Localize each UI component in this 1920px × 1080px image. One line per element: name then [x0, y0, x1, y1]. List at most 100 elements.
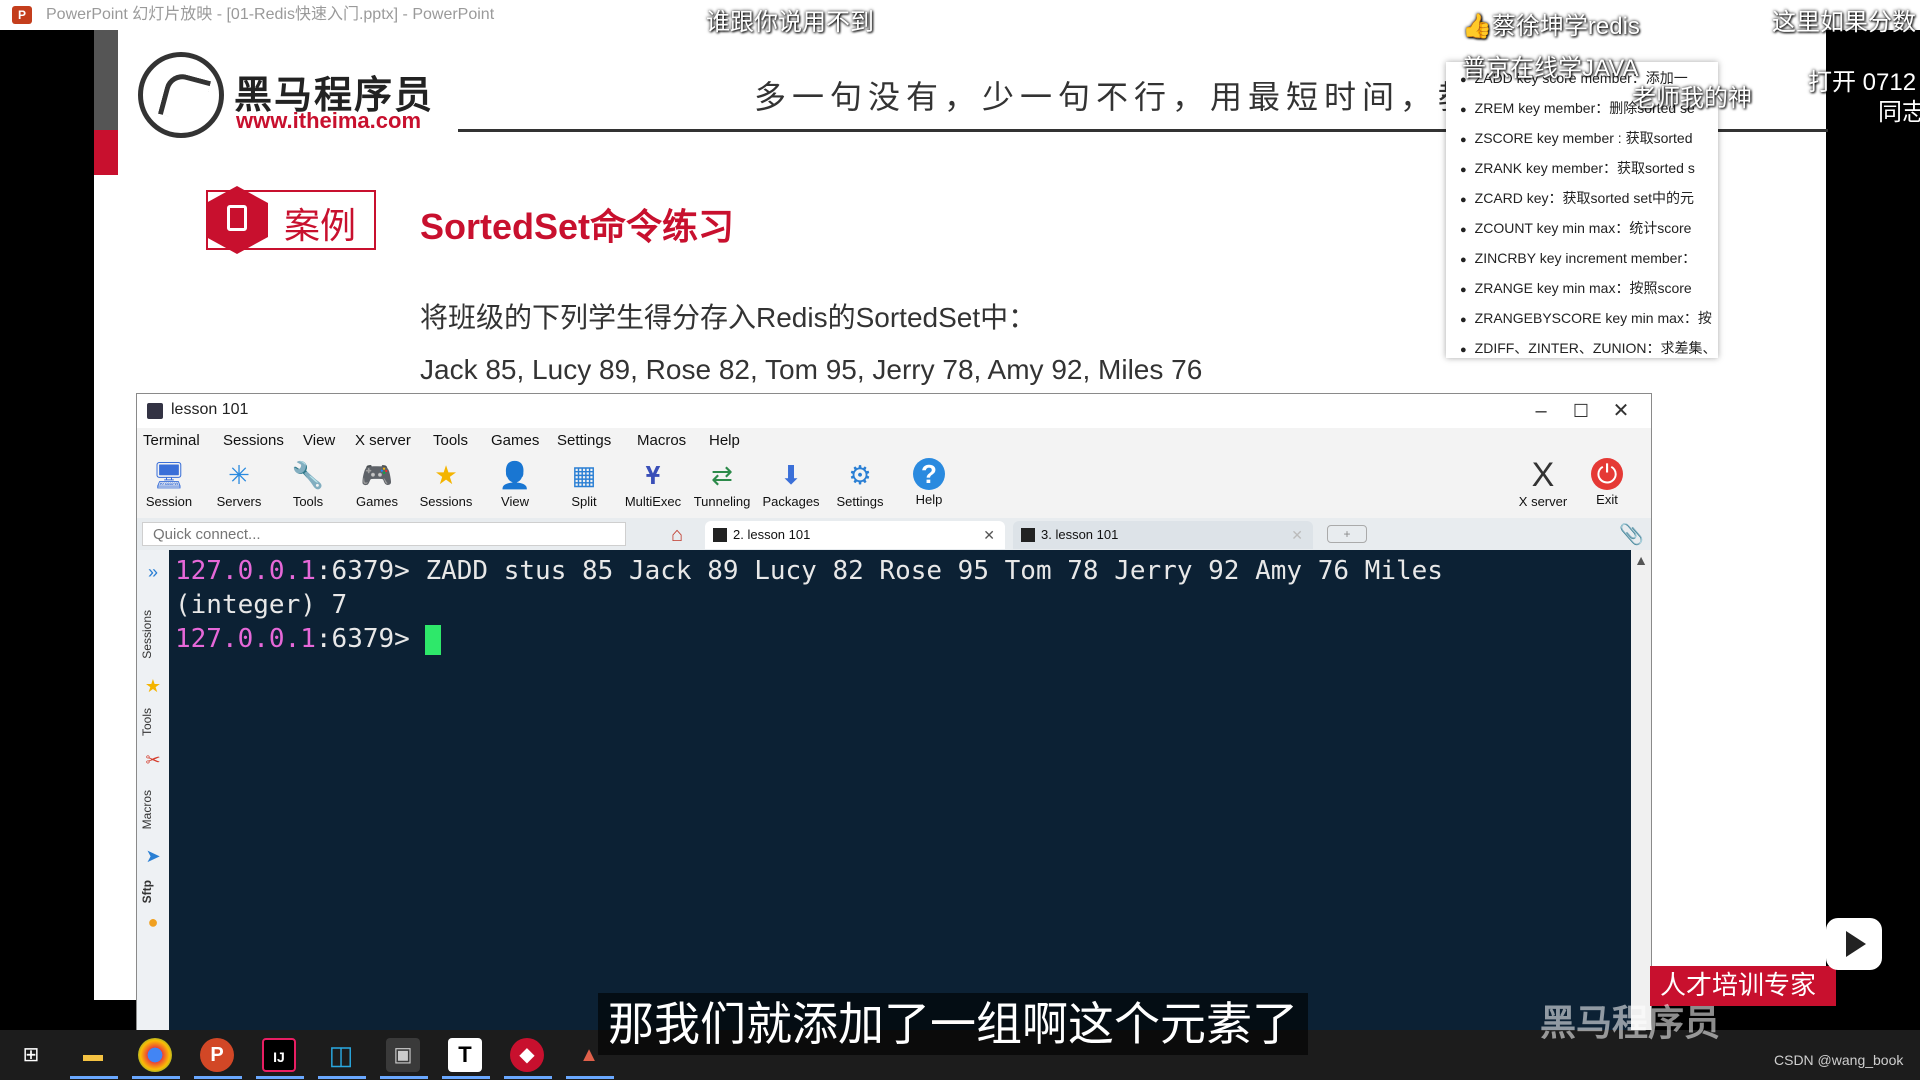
tab-lesson-2[interactable]: 2. lesson 101 ✕ — [705, 521, 1005, 549]
terminal-line: 127.0.0.1:6379> — [175, 622, 1625, 656]
danmaku-comment: 👍蔡徐坤学redis — [1462, 13, 1640, 40]
play-icon[interactable] — [1826, 918, 1882, 970]
running-indicator — [442, 1076, 490, 1079]
powerpoint-taskbar-icon[interactable]: P — [200, 1038, 234, 1072]
session-icon: 🖥 — [152, 460, 186, 490]
toolbar-settings-button[interactable]: ⚙ Settings — [830, 456, 890, 516]
toolbar-packages-button[interactable]: ⬇ Packages — [761, 456, 821, 516]
toolbar-help-button[interactable]: ? Help — [899, 456, 959, 516]
virtualbox-icon[interactable]: ◫ — [324, 1038, 358, 1072]
star-icon: ★ — [144, 676, 162, 696]
sidebar-sftp[interactable]: Sftp — [140, 880, 154, 903]
chrome-icon[interactable] — [138, 1038, 172, 1072]
logo-url: www.itheima.com — [236, 108, 422, 133]
csdn-watermark: CSDN @wang_book — [1774, 1052, 1904, 1068]
horse-logo-icon — [138, 52, 224, 138]
video-subtitle: 那我们就添加了一组啊这个元素了 — [598, 993, 1308, 1055]
sidebar-macros[interactable]: Macros — [140, 790, 154, 829]
case-title: SortedSet命令练习 — [420, 206, 735, 247]
mobaxterm-window: lesson 101 – ☐ ✕ Terminal Sessions View … — [136, 393, 1652, 1034]
servers-icon: ✳ — [228, 460, 250, 490]
command-item: ZINCRBY key increment member： — [1460, 248, 1696, 268]
command-item: ZDIFF、ZINTER、ZUNION：求差集、 — [1460, 338, 1717, 358]
menu-macros[interactable]: Macros — [637, 432, 686, 449]
tab-close-icon[interactable]: ✕ — [983, 521, 995, 549]
redis-client-icon[interactable]: ◆ — [510, 1038, 544, 1072]
tunneling-icon: ⇄ — [711, 460, 733, 490]
running-indicator — [70, 1076, 118, 1079]
toolbar-session-button[interactable]: 🖥 Session — [139, 456, 199, 516]
slide-gray-bar — [94, 30, 118, 130]
command-item: ZCARD key：获取sorted set中的元 — [1460, 188, 1694, 208]
multiexec-icon: Ұ — [645, 460, 661, 490]
file-explorer-icon[interactable]: ▬ — [76, 1038, 110, 1072]
quick-connect-input[interactable] — [142, 522, 626, 546]
terminal-scrollbar[interactable]: ▲ — [1631, 550, 1651, 1034]
packages-icon: ⬇ — [780, 460, 802, 490]
expand-sidebar-icon[interactable]: » — [143, 562, 163, 582]
windows-start-icon[interactable]: ⊞ — [14, 1038, 48, 1072]
tools-icon: 🔧 — [291, 460, 325, 490]
settings-icon: ⚙ — [848, 460, 872, 490]
slide-slogan: 多一句没有，少一句不行，用最短时间，教 — [754, 78, 1477, 116]
menu-sessions[interactable]: Sessions — [223, 432, 284, 449]
tab-close-icon[interactable]: ✕ — [1291, 521, 1303, 549]
close-button[interactable]: ✕ — [1593, 396, 1649, 426]
menu-settings[interactable]: Settings — [557, 432, 611, 449]
star-icon: ★ — [434, 460, 458, 490]
command-item: ZRANK key member：获取sorted s — [1460, 158, 1695, 178]
menu-view[interactable]: View — [303, 432, 335, 449]
menu-terminal[interactable]: Terminal — [143, 432, 200, 449]
tab-lesson-3[interactable]: 3. lesson 101 ✕ — [1013, 521, 1313, 549]
terminal-line: (integer) 7 — [175, 590, 348, 620]
brand-watermark: 黑马程序员 — [1540, 1002, 1721, 1043]
toolbar-tunneling-button[interactable]: ⇄ Tunneling — [692, 456, 752, 516]
toolbar-exit-button[interactable]: ⏻ Exit — [1577, 456, 1637, 516]
typora-icon[interactable]: T — [448, 1038, 482, 1072]
danmaku-comment: 这里如果分数 — [1772, 9, 1916, 36]
powerpoint-icon: P — [12, 6, 32, 24]
toolbar-multiexec-button[interactable]: Ұ MultiExec — [623, 456, 683, 516]
app-icon — [147, 403, 163, 419]
mobaxterm-taskbar-icon[interactable]: ▣ — [386, 1038, 420, 1072]
terminal-line: 127.0.0.1:6379> ZADD stus 85 Jack 89 Luc… — [175, 556, 1443, 586]
command-item: ZSCORE key member : 获取sorted — [1460, 128, 1693, 148]
left-sidebar: » Sessions ★ Tools ✂ Macros ➤ Sftp ● — [137, 550, 169, 1034]
toolbar-servers-button[interactable]: ✳ Servers — [209, 456, 269, 516]
menu-x-server[interactable]: X server — [355, 432, 411, 449]
scroll-up-icon[interactable]: ▲ — [1631, 552, 1651, 568]
sftp-icon: ● — [147, 912, 159, 932]
menu-bar: Terminal Sessions View X server Tools Ga… — [137, 428, 1651, 454]
home-icon: ⌂ — [670, 524, 684, 546]
powerpoint-title: PowerPoint 幻灯片放映 - [01-Redis快速入门.pptx] -… — [46, 6, 495, 23]
toolbar-split-button[interactable]: ▦ Split — [554, 456, 614, 516]
running-indicator — [318, 1076, 366, 1079]
tab-bar: ⌂ 2. lesson 101 ✕ 3. lesson 101 ✕ + 📎 — [137, 518, 1651, 550]
toolbar-tools-button[interactable]: 🔧 Tools — [278, 456, 338, 516]
sidebar-sessions[interactable]: Sessions — [140, 610, 154, 659]
danmaku-comment: 老师我的神 — [1632, 85, 1752, 112]
toolbar-xserver-button[interactable]: X X server — [1513, 456, 1573, 516]
terminal-tab-icon — [1021, 528, 1035, 542]
menu-help[interactable]: Help — [709, 432, 740, 449]
toolbar-view-button[interactable]: 👤 View — [485, 456, 545, 516]
sidebar-tools[interactable]: Tools — [140, 708, 154, 736]
xserver-icon: X — [1531, 456, 1555, 494]
menu-tools[interactable]: Tools — [433, 432, 468, 449]
intellij-icon[interactable]: IJ — [262, 1038, 296, 1072]
tab-label: 2. lesson 101 — [733, 527, 811, 542]
plus-icon: + — [1343, 527, 1351, 541]
menu-games[interactable]: Games — [491, 432, 539, 449]
terminal-output[interactable]: 127.0.0.1:6379> ZADD stus 85 Jack 89 Luc… — [169, 550, 1631, 1034]
danmaku-comment: 同志 — [1878, 99, 1920, 126]
terminal-tab-icon — [713, 528, 727, 542]
view-icon: 👤 — [498, 460, 532, 490]
window-title-bar[interactable]: lesson 101 – ☐ ✕ — [137, 394, 1651, 428]
new-tab-button[interactable]: + — [1327, 525, 1367, 543]
running-indicator — [504, 1076, 552, 1079]
toolbar-sessions-button[interactable]: ★ Sessions — [416, 456, 476, 516]
toolbar-games-button[interactable]: 🎮 Games — [347, 456, 407, 516]
home-tab[interactable]: ⌂ — [653, 521, 701, 549]
running-indicator — [194, 1076, 242, 1079]
attachment-icon[interactable]: 📎 — [1619, 522, 1644, 547]
